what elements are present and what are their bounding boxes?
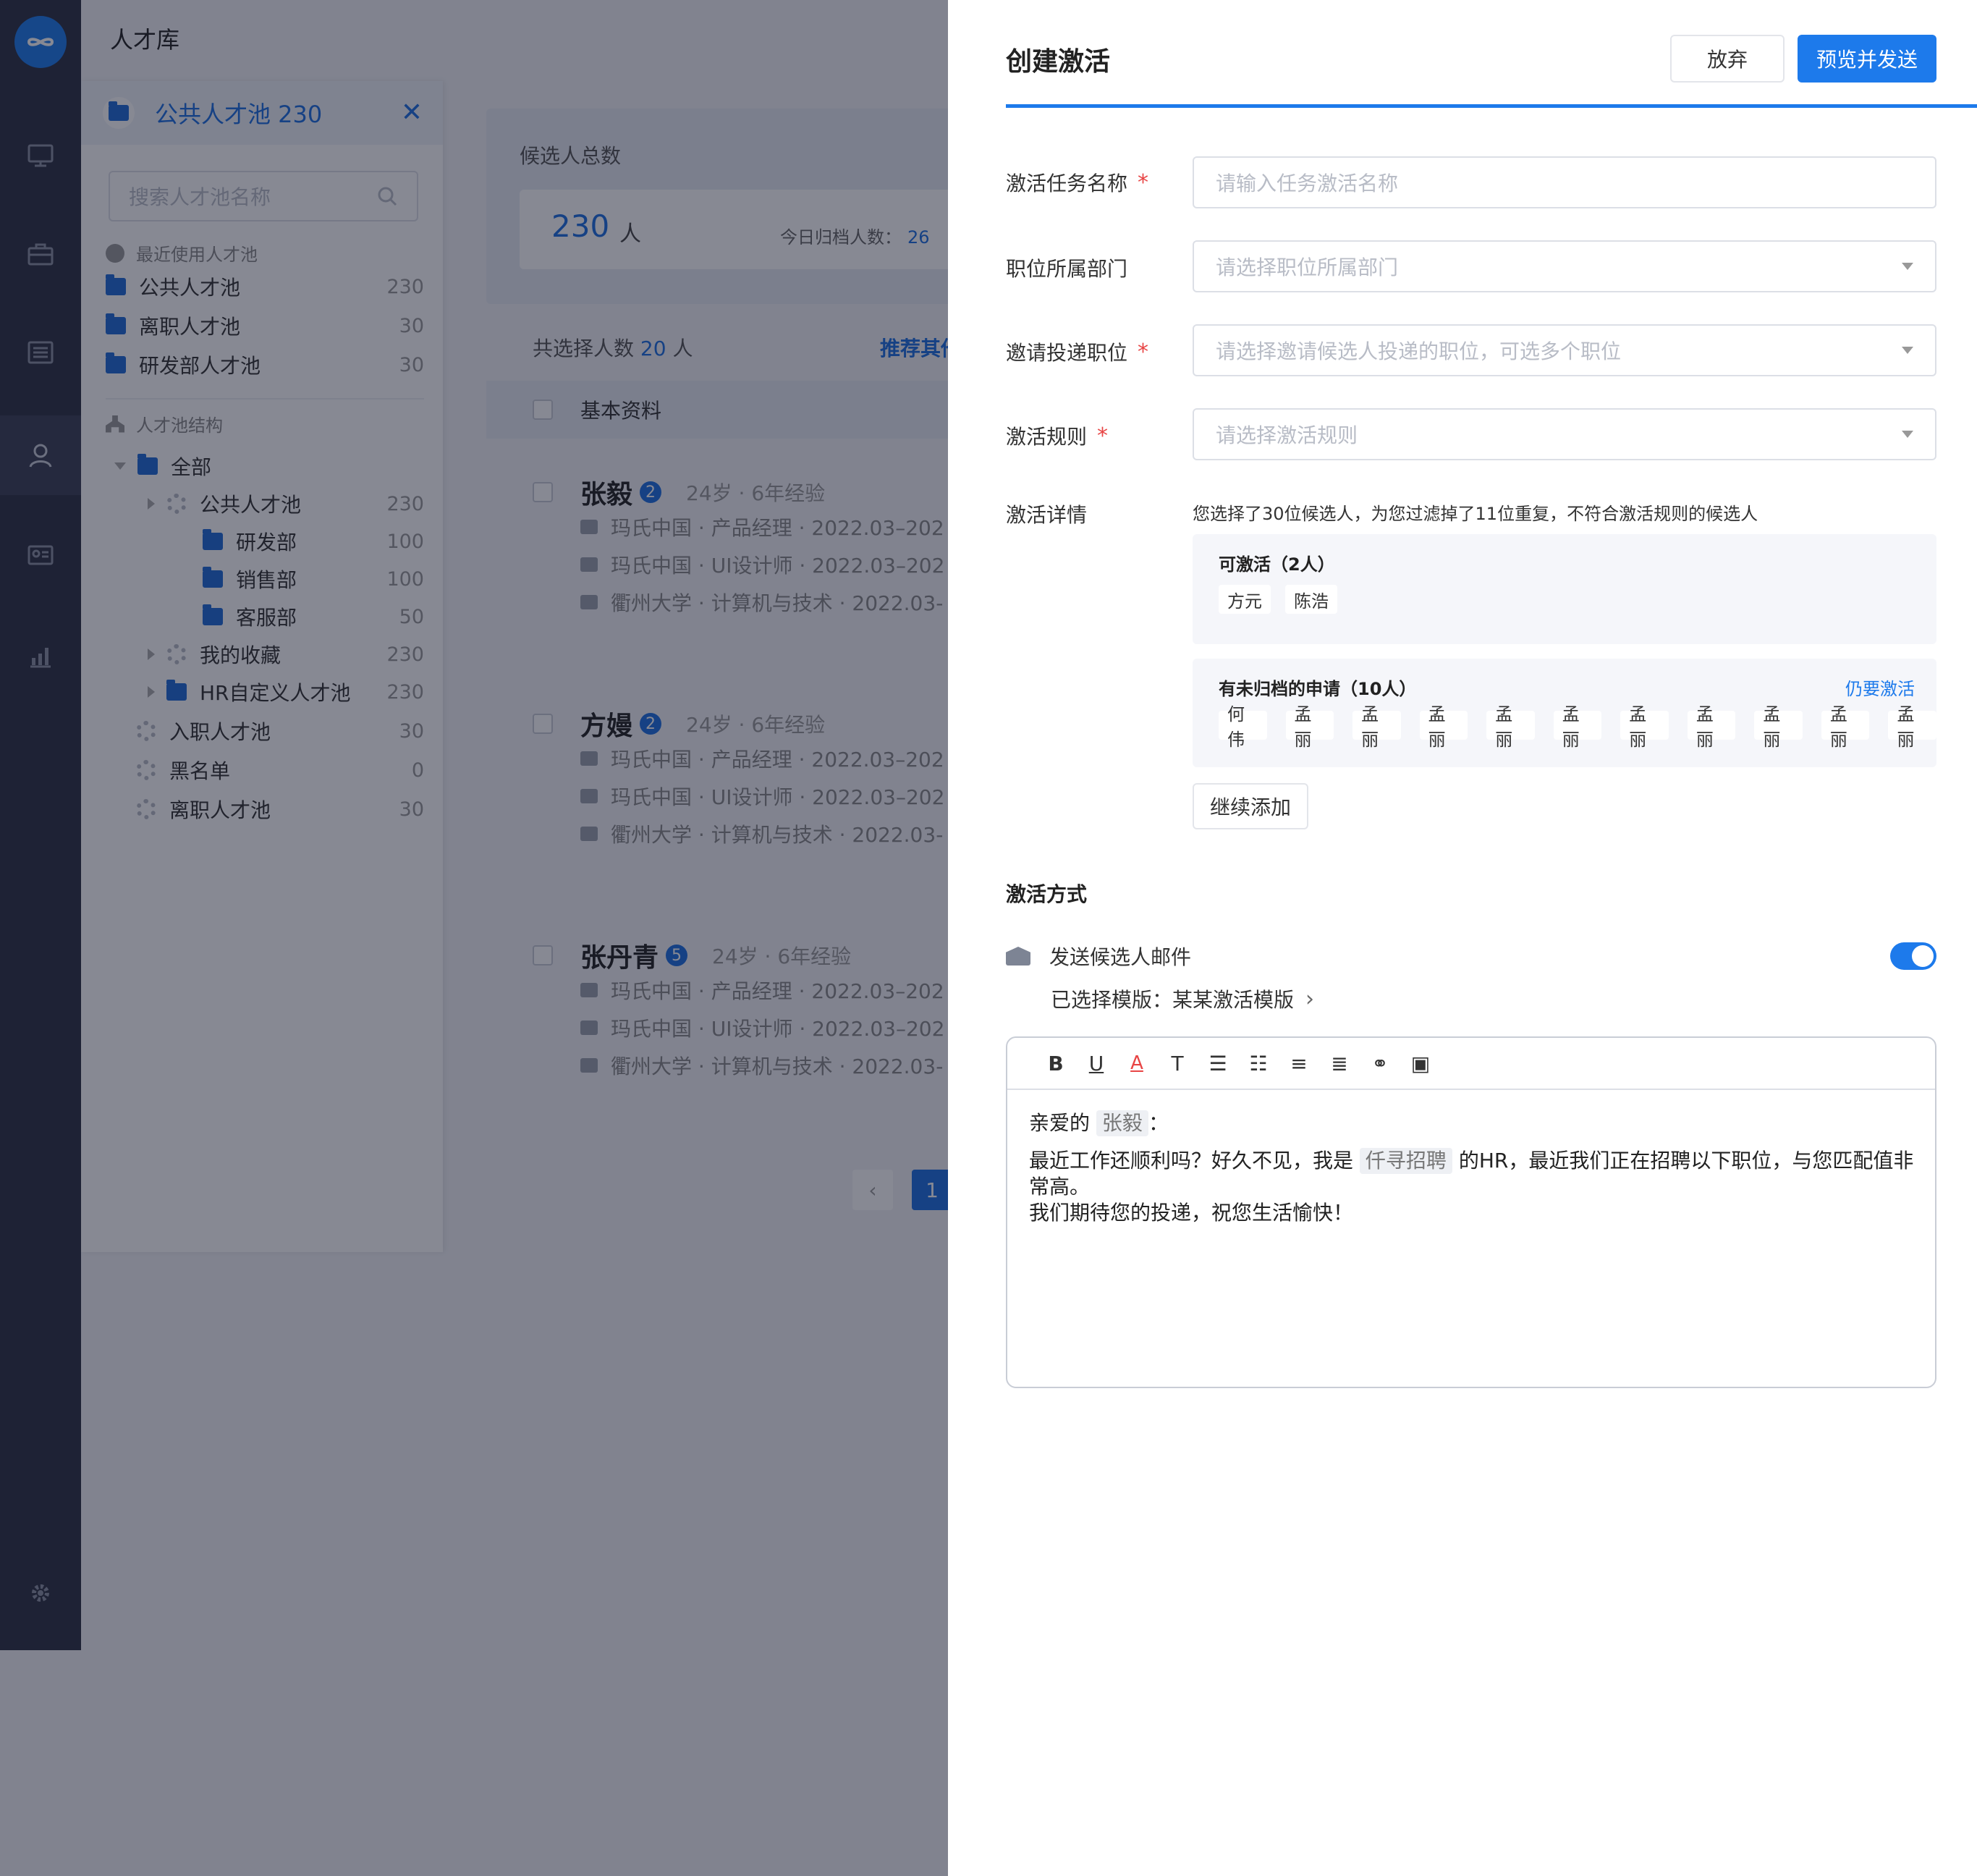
unordered-list-icon[interactable]: ☷	[1248, 1052, 1269, 1076]
candidate-tag[interactable]: 孟丽	[1486, 704, 1535, 750]
mail-icon	[1006, 947, 1030, 966]
title-underline	[1006, 104, 1977, 108]
modal-overlay[interactable]	[0, 0, 948, 1876]
still-activate-link[interactable]: 仍要激活	[1845, 675, 1915, 700]
editor-content[interactable]: 亲爱的 张毅： 最近工作还顺利吗？好久不见，我是 仟寻招聘 的HR，最近我们正在…	[1029, 1110, 1916, 1226]
detail-note: 您选择了30位候选人，为您过滤掉了11位重复，不符合激活规则的候选人	[1193, 504, 1758, 524]
candidate-tag[interactable]: 孟丽	[1821, 704, 1870, 750]
email-toggle[interactable]	[1890, 942, 1936, 970]
add-more-button[interactable]: 继续添加	[1193, 783, 1308, 829]
unarchived-box: 有未归档的申请（10人） 仍要激活 何伟 孟丽 孟丽 孟丽 孟丽 孟丽 孟丽 孟…	[1193, 659, 1937, 767]
caret-down-icon	[1902, 347, 1913, 354]
rule-select[interactable]: 请选择激活规则	[1193, 408, 1936, 460]
ordered-list-icon[interactable]: ☰	[1207, 1052, 1229, 1076]
position-select[interactable]: 请选择邀请候选人投递的职位，可选多个职位	[1193, 324, 1936, 376]
chevron-right-icon: ›	[1305, 986, 1315, 1012]
underline-icon[interactable]: U	[1085, 1052, 1107, 1076]
align-left-icon[interactable]: ≡	[1288, 1052, 1310, 1076]
discard-button[interactable]: 放弃	[1670, 35, 1785, 83]
detail-label: 激活详情	[1006, 503, 1088, 527]
create-activation-drawer: 创建激活 放弃 预览并发送 激活任务名称 * 请输入任务激活名称 职位所属部门 请…	[948, 0, 1977, 1876]
font-color-icon[interactable]: A	[1126, 1052, 1148, 1074]
email-option-row: 发送候选人邮件	[1006, 938, 1936, 974]
candidate-tag[interactable]: 孟丽	[1687, 704, 1736, 750]
department-select[interactable]: 请选择职位所属部门	[1193, 240, 1936, 292]
rule-label: 激活规则 *	[1006, 423, 1109, 449]
candidate-tag[interactable]: 何伟	[1219, 704, 1267, 750]
candidate-tag[interactable]: 方元	[1219, 585, 1271, 614]
drawer-title: 创建激活	[1006, 47, 1111, 77]
editor-toolbar: B U A T ☰ ☷ ≡ ≣ ⚭ ▣	[1007, 1038, 1935, 1090]
email-editor[interactable]: B U A T ☰ ☷ ≡ ≣ ⚭ ▣ 亲爱的 张毅： 最近工作还顺利吗？好久不…	[1006, 1036, 1936, 1388]
candidate-tag[interactable]: 孟丽	[1754, 704, 1803, 750]
template-selector[interactable]: 已选择模版：某某激活模版 ›	[1051, 984, 1314, 1013]
candidate-tag[interactable]: 孟丽	[1285, 704, 1334, 750]
task-name-label: 激活任务名称 *	[1006, 169, 1149, 196]
preview-send-button[interactable]: 预览并发送	[1798, 35, 1936, 83]
position-label: 邀请投递职位 *	[1006, 339, 1149, 366]
candidate-tag[interactable]: 孟丽	[1620, 704, 1669, 750]
font-size-icon[interactable]: T	[1167, 1052, 1188, 1076]
caret-down-icon	[1902, 431, 1913, 438]
link-icon[interactable]: ⚭	[1369, 1052, 1391, 1076]
image-icon[interactable]: ▣	[1410, 1052, 1431, 1076]
candidate-tag[interactable]: 孟丽	[1352, 704, 1401, 750]
candidate-name-variable[interactable]: 张毅	[1096, 1110, 1148, 1136]
align-right-icon[interactable]: ≣	[1329, 1052, 1350, 1076]
candidate-tag[interactable]: 孟丽	[1419, 704, 1468, 750]
task-name-input[interactable]: 请输入任务激活名称	[1193, 156, 1936, 208]
method-title: 激活方式	[1006, 882, 1088, 906]
company-name-variable[interactable]: 仟寻招聘	[1359, 1148, 1452, 1174]
bold-icon[interactable]: B	[1045, 1052, 1067, 1076]
activatable-box: 可激活（2人） 方元 陈浩	[1193, 534, 1936, 644]
department-label: 职位所属部门	[1006, 257, 1128, 281]
candidate-tag[interactable]: 孟丽	[1888, 704, 1937, 750]
caret-down-icon	[1902, 263, 1913, 270]
candidate-tag[interactable]: 孟丽	[1553, 704, 1602, 750]
candidate-tag[interactable]: 陈浩	[1285, 585, 1337, 614]
